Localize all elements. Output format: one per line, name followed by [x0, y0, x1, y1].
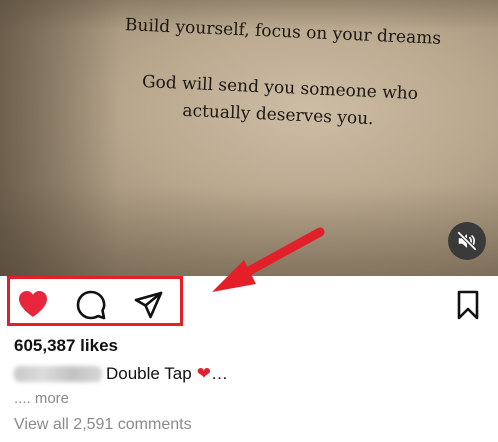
caption-ellipsis: … — [210, 364, 228, 383]
like-button[interactable] — [16, 288, 50, 320]
save-button[interactable] — [454, 288, 482, 322]
caption-text: Double Tap — [106, 364, 192, 383]
blurred-username[interactable] — [14, 366, 102, 382]
comment-button[interactable] — [74, 288, 108, 322]
share-button[interactable] — [131, 288, 165, 322]
heart-filled-icon — [19, 291, 47, 317]
post-caption: Double Tap ❤ … — [14, 364, 228, 384]
annotation-arrow — [212, 227, 325, 292]
bookmark-icon — [457, 290, 479, 320]
speaker-muted-icon — [457, 231, 477, 251]
comment-bubble-icon — [76, 290, 106, 320]
instagram-post: Build yourself, focus on your dreams God… — [0, 0, 498, 442]
quote-line-3: actually deserves you. — [181, 100, 374, 130]
paper-plane-icon — [134, 291, 163, 319]
view-comments-link[interactable]: View all 2,591 comments — [14, 416, 192, 434]
mute-button[interactable] — [448, 222, 486, 260]
likes-count[interactable]: 605,387 likes — [14, 336, 118, 356]
red-heart-emoji-icon: ❤ — [196, 364, 211, 383]
more-link[interactable]: .... more — [14, 390, 69, 407]
